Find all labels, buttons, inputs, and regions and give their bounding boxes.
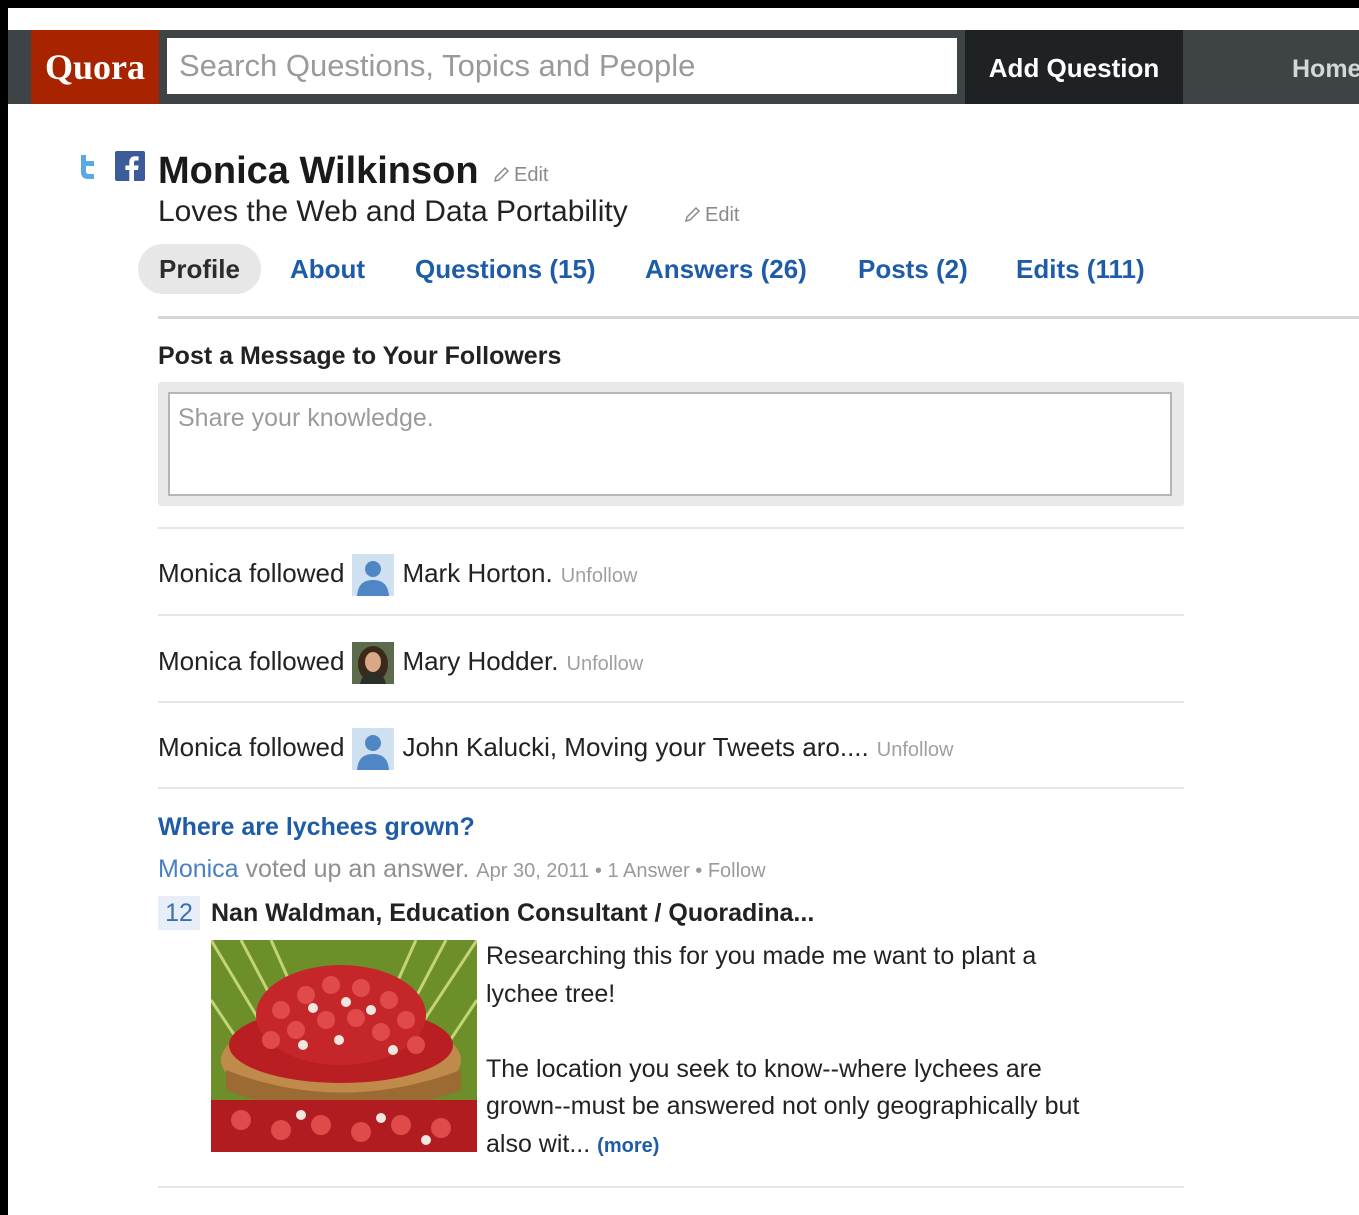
search-input[interactable] [167,38,957,94]
message-textarea[interactable] [168,392,1172,496]
tab-answers[interactable]: Answers (26) [645,244,807,294]
feed-item-prefix: Monica followed [158,732,345,762]
divider [158,1186,1184,1188]
tab-questions[interactable]: Questions (15) [415,244,596,294]
tab-about[interactable]: About [290,244,365,294]
facebook-icon[interactable] [115,151,145,181]
tab-edits[interactable]: Edits (111) [1016,244,1145,294]
answer-author-link[interactable]: Nan Waldman, Education Consultant / Quor… [211,896,814,930]
feed-item: Monica followed Mark Horton. Unfollow [158,550,638,597]
separator: • [689,860,708,882]
default-user-icon[interactable] [352,728,395,771]
composer-container [158,382,1184,506]
activity-actor-link[interactable]: Monica [158,855,239,883]
feed-item-person[interactable]: John Kalucki, Moving your Tweets aro.... [402,732,868,762]
pencil-icon [493,166,510,183]
edit-name-link[interactable]: Edit [493,164,548,187]
default-user-icon[interactable] [352,554,395,597]
feed-item-prefix: Monica followed [158,558,345,588]
feed-item: Monica followed John Kalucki, Moving your… [158,724,954,771]
twitter-icon[interactable] [73,151,103,181]
divider [158,527,1184,529]
nav-home-link[interactable]: Home [1292,30,1359,104]
user-photo-avatar[interactable] [352,642,395,685]
composer-title: Post a Message to Your Followers [158,342,562,370]
quora-logo[interactable]: Quora [31,30,159,104]
edit-tagline-label: Edit [705,204,740,226]
answer-paragraph-text: The location you seek to know--where lyc… [486,1054,1080,1158]
divider [158,701,1184,703]
answer-excerpt: Researching this for you made me want to… [486,938,1106,1165]
answers-count-link[interactable]: 1 Answer [607,860,689,882]
profile-name: Monica Wilkinson [158,150,479,192]
unfollow-link[interactable]: Unfollow [567,653,644,675]
answer-paragraph: Researching this for you made me want to… [486,942,1037,1008]
activity-text: voted up an answer. [238,855,470,883]
edit-tagline-link[interactable]: Edit [684,204,739,227]
tabs-divider [158,316,1359,319]
feed-item-person[interactable]: Mark Horton. [402,558,552,588]
answer-paragraph: The location you seek to know--where lyc… [486,1051,1106,1166]
tab-posts[interactable]: Posts (2) [858,244,968,294]
pencil-icon [684,206,701,223]
unfollow-link[interactable]: Unfollow [877,739,954,761]
divider [158,787,1184,789]
divider [158,614,1184,616]
separator: • [589,860,608,882]
edit-name-label: Edit [514,164,549,186]
feed-item-person[interactable]: Mary Hodder. [402,646,558,676]
lychee-image [211,940,477,1152]
profile-tagline: Loves the Web and Data Portability [158,195,628,228]
feed-item-prefix: Monica followed [158,646,345,676]
add-question-button[interactable]: Add Question [965,30,1183,104]
more-link[interactable]: (more) [597,1135,659,1157]
unfollow-link[interactable]: Unfollow [561,565,638,587]
feed-item: Monica followed Mary Hodder. Unfollow [158,638,644,685]
activity-date: Apr 30, 2011 [476,860,590,882]
page: Quora Add Question Home Monica Wilkinson… [8,8,1359,1215]
activity-meta: Monica voted up an answer. Apr 30, 2011 … [158,855,766,884]
upvote-count[interactable]: 12 [158,896,200,930]
follow-question-link[interactable]: Follow [708,860,766,882]
tab-profile[interactable]: Profile [138,244,261,294]
question-title-link[interactable]: Where are lychees grown? [158,813,475,842]
